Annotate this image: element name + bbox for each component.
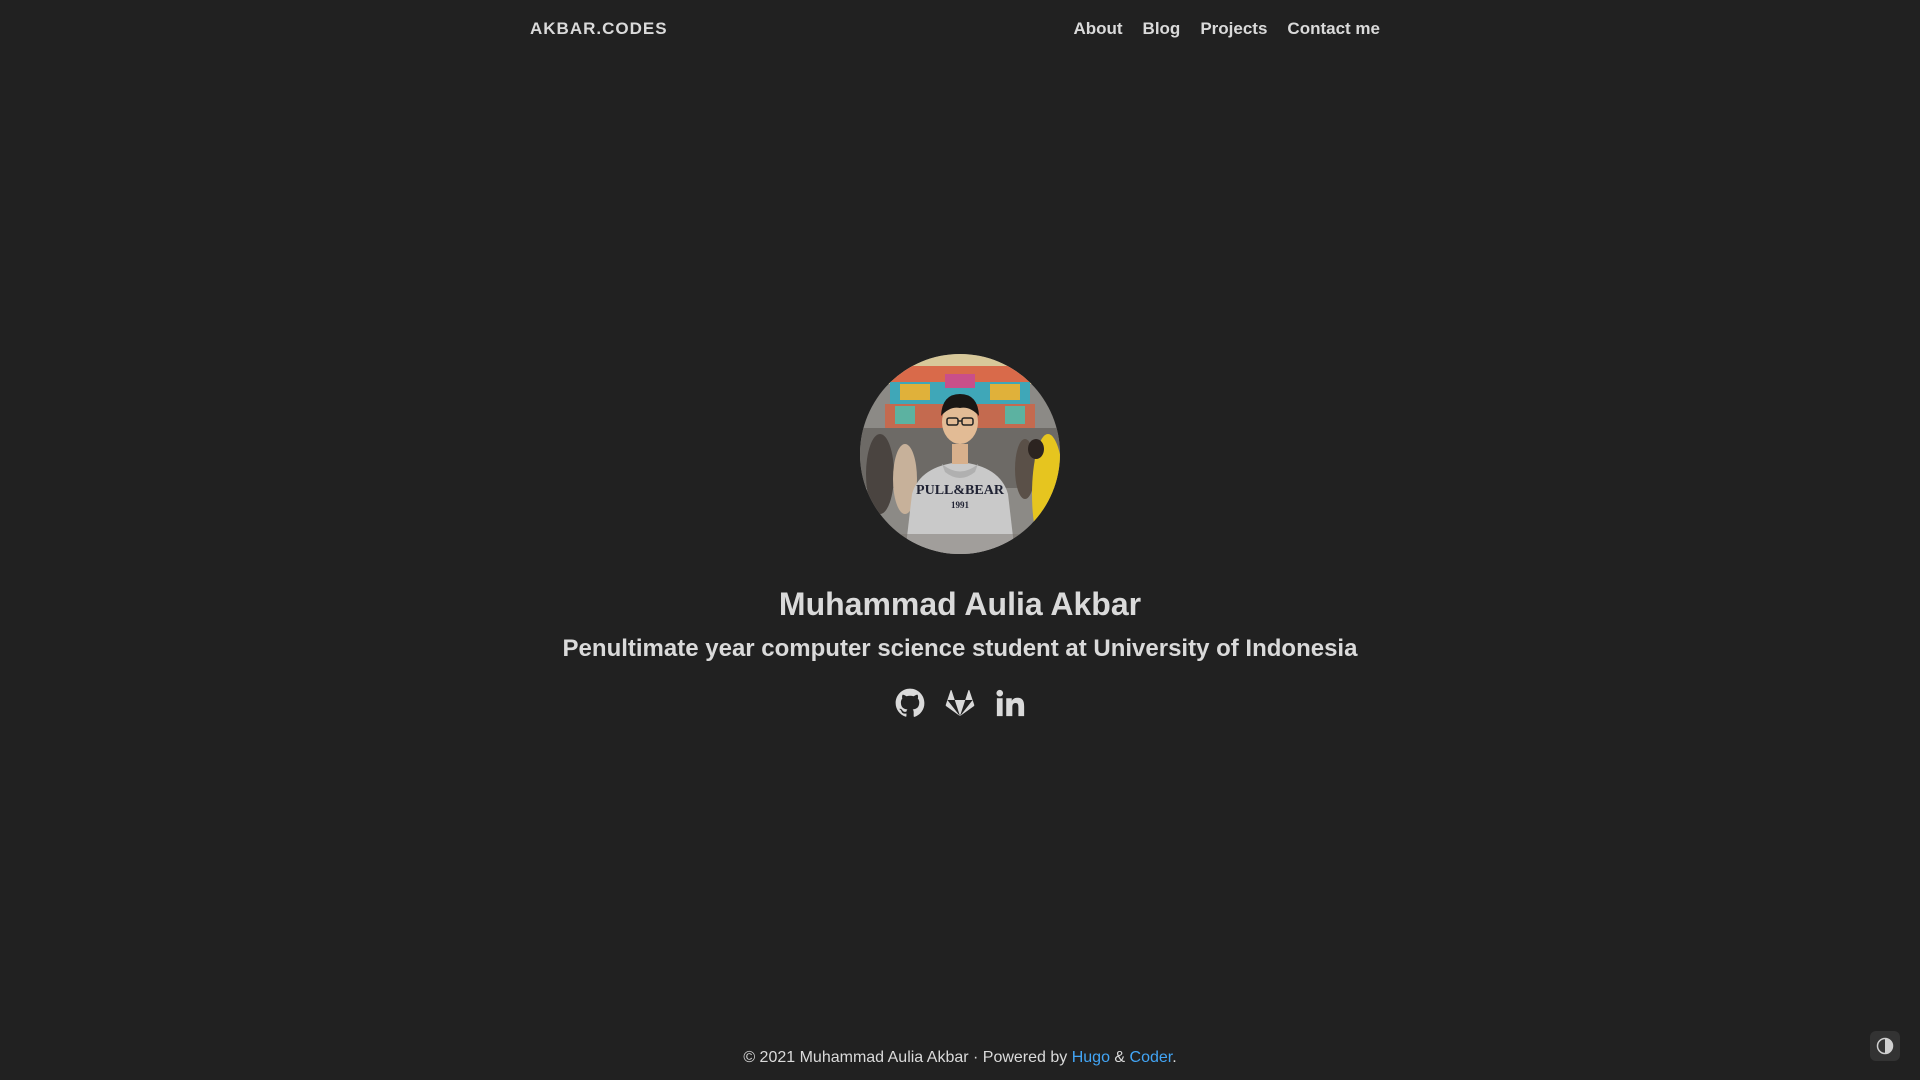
contrast-icon	[1876, 1037, 1894, 1055]
social-links	[895, 688, 1025, 718]
social-item	[895, 688, 925, 718]
page: AKBAR.CODES About Blog Projects Contact …	[0, 0, 1920, 1080]
nav-item: Projects	[1200, 19, 1267, 39]
profile-photo-icon: PULL&BEAR 1991	[860, 354, 1060, 554]
avatar: PULL&BEAR 1991	[860, 354, 1060, 554]
nav-link-contact[interactable]: Contact me	[1287, 19, 1380, 38]
nav-link-projects[interactable]: Projects	[1200, 19, 1267, 38]
hugo-link[interactable]: Hugo	[1072, 1049, 1110, 1066]
gitlab-icon	[945, 690, 975, 717]
site-brand-link[interactable]: AKBAR.CODES	[530, 19, 668, 39]
footer-period: .	[1172, 1049, 1177, 1066]
svg-text:PULL&BEAR: PULL&BEAR	[916, 483, 1005, 498]
footer: © 2021 Muhammad Aulia Akbar · Powered by…	[0, 1049, 1920, 1067]
nav-item: Contact me	[1287, 19, 1380, 39]
svg-text:1991: 1991	[951, 500, 970, 510]
navbar: AKBAR.CODES About Blog Projects Contact …	[0, 0, 1920, 58]
github-icon	[895, 688, 925, 717]
coder-link[interactable]: Coder	[1130, 1049, 1173, 1066]
nav-item: Blog	[1143, 19, 1181, 39]
gitlab-link[interactable]	[945, 688, 975, 718]
footer-ampersand: &	[1109, 1049, 1130, 1066]
linkedin-icon	[996, 689, 1025, 717]
nav-link-about[interactable]: About	[1073, 19, 1122, 38]
linkedin-link[interactable]	[995, 688, 1025, 718]
nav-item: About	[1073, 19, 1122, 39]
profile-name: Muhammad Aulia Akbar	[778, 586, 1142, 622]
github-link[interactable]	[895, 688, 925, 718]
hero-section: PULL&BEAR 1991 Muhammad Aulia Akbar Penu…	[0, 354, 1920, 734]
social-item	[995, 688, 1025, 718]
social-item	[945, 688, 975, 718]
nav-menu: About Blog Projects Contact me	[1073, 19, 1380, 39]
nav-link-blog[interactable]: Blog	[1143, 19, 1181, 38]
profile-tagline: Penultimate year computer science studen…	[562, 635, 1358, 662]
footer-copyright: © 2021 Muhammad Aulia Akbar · Powered by	[743, 1049, 1072, 1066]
color-scheme-toggle-button[interactable]	[1870, 1031, 1900, 1061]
